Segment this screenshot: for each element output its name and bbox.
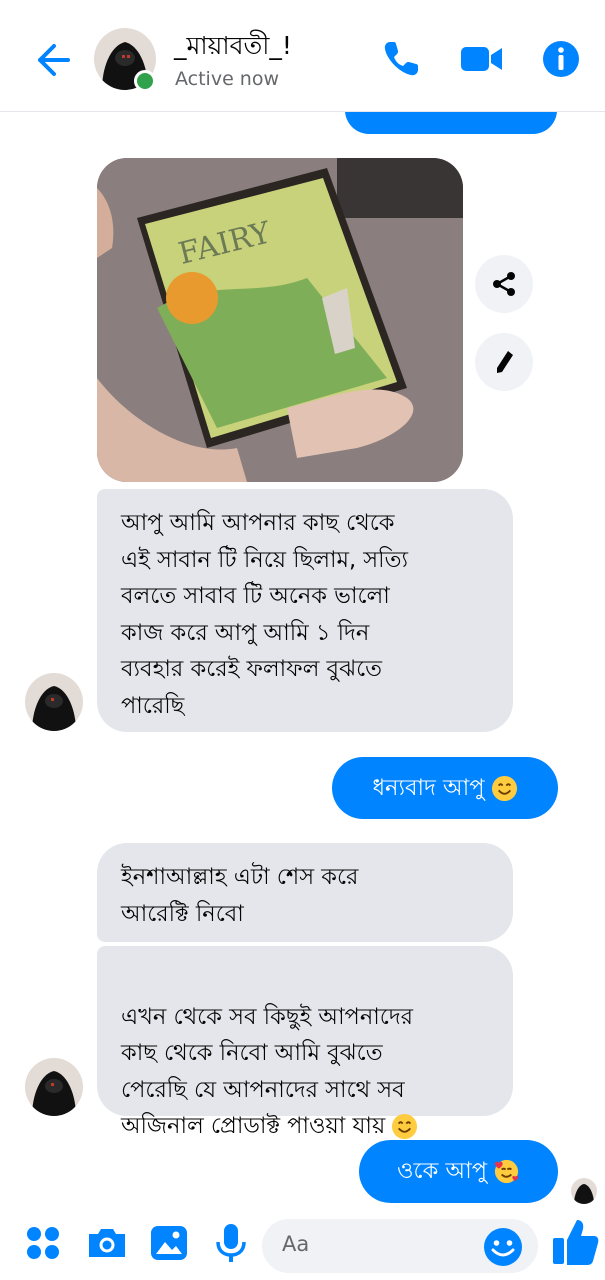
outgoing-message-bubble[interactable]: ধন্যবাদ আপু <box>332 757 558 819</box>
smiling-face-icon <box>491 775 517 801</box>
message-text: ওকে আপু <box>396 1158 487 1185</box>
contact-avatar-small[interactable] <box>25 673 83 731</box>
thumbs-up-icon <box>553 1220 599 1265</box>
smiling-face-with-hearts-icon <box>494 1159 519 1184</box>
video-call-button[interactable] <box>457 36 503 82</box>
voice-call-button[interactable] <box>378 36 424 82</box>
arrow-left-icon <box>38 44 70 76</box>
emoji-icon[interactable] <box>482 1226 524 1268</box>
message-input[interactable]: Aa <box>262 1219 538 1273</box>
incoming-message-bubble[interactable]: এখন থেকে সব কিছুই আপনাদের কাছ থেকে নিবো … <box>97 946 513 1140</box>
share-photo-button[interactable] <box>475 255 533 313</box>
image-gallery-icon <box>151 1226 187 1260</box>
info-button[interactable] <box>538 36 584 82</box>
more-actions-button[interactable] <box>20 1220 66 1266</box>
video-camera-icon <box>461 47 502 71</box>
contact-status: Active now <box>175 68 280 90</box>
info-icon <box>543 41 579 77</box>
camera-button[interactable] <box>84 1220 130 1266</box>
pencil-icon <box>497 351 513 373</box>
gallery-button[interactable] <box>146 1220 192 1266</box>
outgoing-message-bubble[interactable]: ওকে আপু <box>359 1140 558 1203</box>
online-indicator <box>134 70 156 92</box>
message-photo[interactable]: FAIRY <box>97 158 463 482</box>
share-icon <box>493 272 515 296</box>
edit-photo-button[interactable] <box>475 333 533 391</box>
menu-dots-icon <box>27 1227 59 1259</box>
back-button[interactable] <box>30 38 74 82</box>
contact-name[interactable]: _মায়াবতী_! <box>174 26 292 69</box>
message-text: এখন থেকে সব কিছুই আপনাদের কাছ থেকে নিবো … <box>121 1003 414 1140</box>
microphone-icon <box>216 1224 246 1262</box>
like-button[interactable] <box>550 1216 600 1268</box>
voice-message-button[interactable] <box>208 1220 254 1266</box>
smiling-face-icon <box>392 1113 418 1140</box>
message-text: ধন্যবাদ আপু <box>372 774 485 801</box>
message-input-placeholder: Aa <box>282 1232 310 1256</box>
phone-icon <box>384 42 418 76</box>
camera-icon <box>89 1229 125 1257</box>
message-composer: Aa <box>0 1206 605 1280</box>
contact-avatar-small[interactable] <box>25 1058 83 1116</box>
chat-header: _মায়াবতী_! Active now <box>0 0 605 112</box>
seen-receipt-avatar <box>571 1178 597 1204</box>
incoming-message-bubble[interactable]: আপু আমি আপনার কাছ থেকে এই সাবান টি নিয়ে… <box>97 489 513 732</box>
incoming-message-bubble[interactable]: ইনশাআল্লাহ এটা শেস করে আরেক্টি নিবো <box>97 843 513 942</box>
